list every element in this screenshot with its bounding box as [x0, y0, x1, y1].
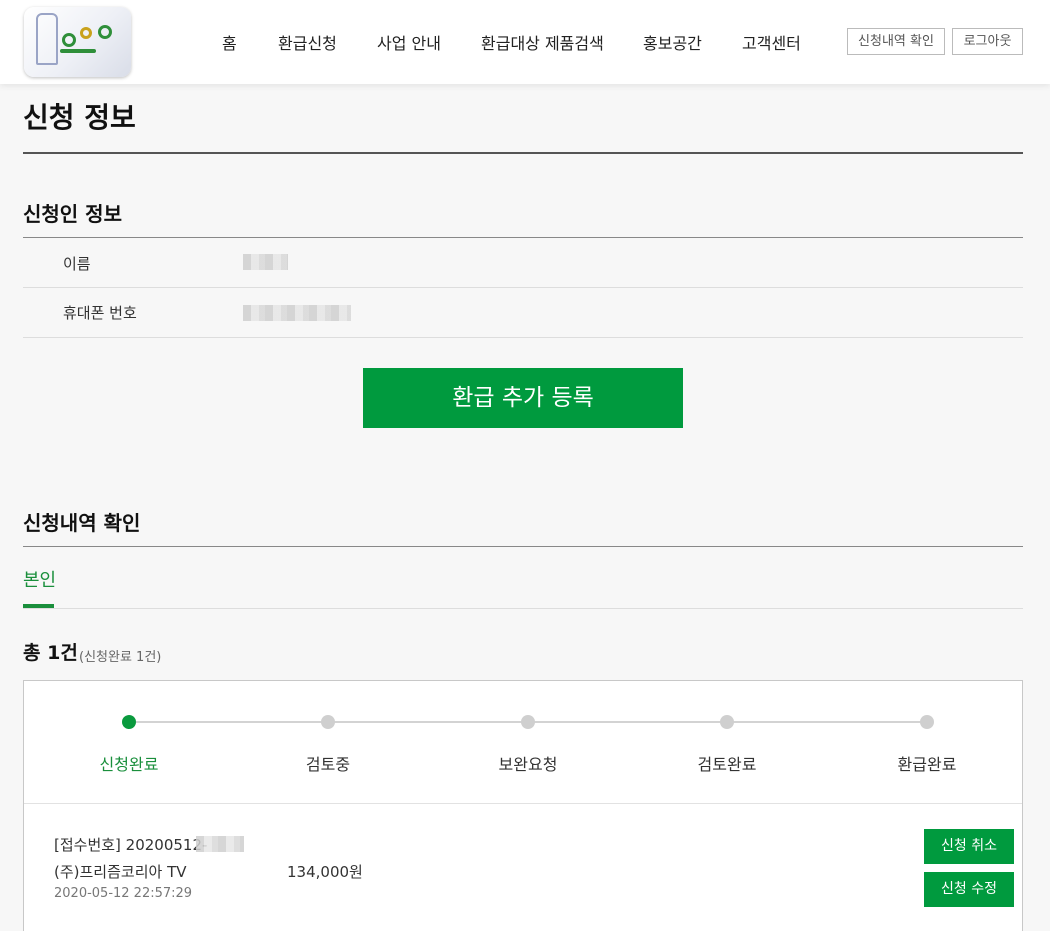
- tab-self[interactable]: 본인: [23, 566, 56, 592]
- step-dot-submitted: [122, 715, 136, 729]
- nav-home[interactable]: 홈: [222, 30, 237, 54]
- step-label-reviewed: 검토완료: [697, 755, 757, 774]
- total-count: 총 1건: [23, 642, 78, 664]
- logout-button[interactable]: 로그아웃: [952, 28, 1023, 55]
- receipt-number: [접수번호] 20200512-: [54, 836, 208, 854]
- nav-promotion[interactable]: 홍보공간: [643, 30, 702, 54]
- applicant-section-title: 신청인 정보: [23, 202, 122, 226]
- application-date: 2020-05-12 22:57:29: [54, 886, 193, 901]
- step-dot-reviewing: [321, 715, 335, 729]
- step-dot-reviewed: [720, 715, 734, 729]
- step-dot-supplement: [521, 715, 535, 729]
- step-dot-refunded: [920, 715, 934, 729]
- phone-value-redacted: [243, 305, 351, 321]
- nav-program-info[interactable]: 사업 안내: [377, 30, 441, 54]
- logo-circle-yellow: [80, 27, 92, 39]
- applicant-divider: [23, 237, 1023, 238]
- phone-row-divider: [23, 337, 1023, 338]
- history-section-title: 신청내역 확인: [23, 511, 141, 535]
- total-count-detail: (신청완료 1건): [79, 650, 162, 665]
- history-divider: [23, 546, 1023, 547]
- logo-circle-green: [62, 33, 76, 47]
- tab-bar-divider: [23, 608, 1023, 609]
- product-line: (주)프리즘코리아 TV: [54, 863, 187, 881]
- receipt-number-redacted: [196, 836, 244, 852]
- title-divider: [23, 152, 1023, 154]
- edit-application-button[interactable]: 신청 수정: [924, 872, 1014, 907]
- phone-label: 휴대폰 번호: [63, 304, 137, 322]
- step-label-refunded: 환급완료: [897, 755, 957, 774]
- name-label: 이름: [63, 255, 91, 273]
- name-value-redacted: [243, 254, 288, 270]
- application-card: 신청완료 검토중 보완요청 검토완료 환급완료 [접수번호] 20200512-…: [23, 680, 1023, 931]
- page-title: 신청 정보: [23, 101, 136, 134]
- logo-bar: [60, 49, 96, 53]
- logo-thumb-shape: [36, 13, 58, 65]
- name-row-divider: [23, 287, 1023, 288]
- step-label-reviewing: 검토중: [305, 755, 351, 774]
- add-refund-button[interactable]: 환급 추가 등록: [363, 368, 683, 428]
- nav-product-search[interactable]: 환급대상 제품검색: [481, 30, 604, 54]
- top-header: 홈 환급신청 사업 안내 환급대상 제품검색 홍보공간 고객센터 신청내역 확인…: [0, 0, 1050, 84]
- step-label-submitted: 신청완료: [99, 755, 159, 774]
- nav-customer-center[interactable]: 고객센터: [742, 30, 801, 54]
- cancel-application-button[interactable]: 신청 취소: [924, 829, 1014, 864]
- refund-program-logo[interactable]: [24, 7, 131, 77]
- history-check-button[interactable]: 신청내역 확인: [847, 28, 945, 55]
- nav-refund-apply[interactable]: 환급신청: [278, 30, 337, 54]
- logo-circle-green-2: [98, 25, 112, 39]
- step-label-supplement: 보완요청: [498, 755, 558, 774]
- refund-amount: 134,000원: [287, 863, 363, 881]
- card-divider: [24, 803, 1022, 804]
